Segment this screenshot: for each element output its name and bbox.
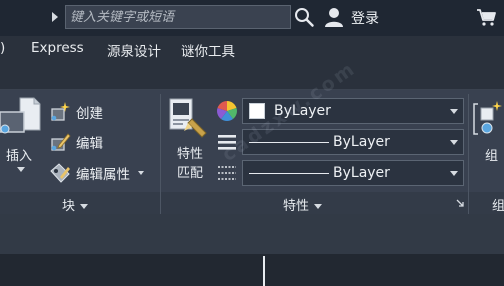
edit-attributes-dropdown-icon[interactable]	[138, 171, 144, 175]
create-block-icon	[51, 102, 70, 121]
edit-block-button[interactable]: 编辑	[49, 131, 103, 153]
match-label-line1: 特性	[176, 147, 203, 162]
user-icon[interactable]	[323, 6, 345, 28]
drawing-canvas[interactable]	[0, 254, 504, 286]
group-icon[interactable]	[472, 100, 504, 140]
lineweight-icon	[218, 166, 236, 180]
create-block-button[interactable]: 创建	[49, 101, 103, 123]
menu-bar: ) Express 源泉设计 谜你工具	[0, 36, 504, 62]
insert-label[interactable]: 插入	[6, 145, 32, 164]
chevron-right-icon[interactable]	[52, 12, 58, 22]
lineweight-preview	[249, 172, 329, 174]
title-bar: 登录	[0, 0, 504, 36]
panel-divider	[468, 94, 469, 214]
color-dropdown-arrow-icon[interactable]	[450, 109, 458, 114]
crosshair-cursor	[263, 256, 265, 286]
block-panel-expand-icon[interactable]	[80, 204, 89, 209]
panel-launcher-icon[interactable]	[456, 199, 464, 207]
lineweight-dropdown-arrow-icon[interactable]	[450, 171, 458, 176]
group-panel-title[interactable]: 组	[492, 195, 504, 214]
properties-panel-title-text: 特性	[283, 199, 310, 214]
toolbar-strip	[0, 214, 504, 254]
properties-panel-expand-icon[interactable]	[314, 204, 323, 209]
cart-icon[interactable]	[476, 7, 498, 27]
edit-block-icon	[51, 133, 71, 151]
lineweight-dropdown[interactable]: ByLayer	[242, 160, 464, 186]
create-block-label: 创建	[76, 106, 103, 122]
match-label-line2: 匹配	[176, 166, 203, 181]
group-label[interactable]: 组	[485, 145, 498, 164]
properties-panel-title[interactable]: 特性	[283, 195, 323, 214]
block-panel-title-text: 块	[62, 199, 76, 214]
lineweight-value: ByLayer	[333, 165, 390, 181]
edit-block-label: 编辑	[76, 136, 103, 152]
match-properties-icon[interactable]	[168, 97, 214, 141]
insert-block-icon[interactable]	[0, 96, 44, 140]
menu-item-yuanquan-design[interactable]: 源泉设计	[107, 40, 161, 60]
panel-divider	[160, 94, 161, 214]
menu-item-truncated[interactable]: )	[0, 40, 5, 56]
search-icon[interactable]	[293, 6, 315, 28]
menu-item-mini-tools[interactable]: 谜你工具	[181, 40, 235, 60]
edit-attributes-icon	[50, 163, 70, 183]
ribbon-tab-strip	[0, 62, 504, 90]
block-panel-title[interactable]: 块	[62, 195, 89, 214]
login-link[interactable]: 登录	[351, 8, 379, 28]
search-input[interactable]	[66, 6, 290, 29]
menu-item-express[interactable]: Express	[31, 40, 84, 56]
insert-dropdown-arrow-icon[interactable]	[17, 167, 25, 173]
linetype-value: ByLayer	[333, 134, 390, 150]
match-properties-label[interactable]: 特性 匹配	[174, 145, 206, 183]
edit-attributes-button[interactable]: 编辑属性	[49, 162, 144, 184]
linetype-dropdown-arrow-icon[interactable]	[450, 140, 458, 145]
edit-attributes-label: 编辑属性	[76, 167, 130, 183]
search-box[interactable]	[65, 5, 291, 29]
color-wheel-icon	[217, 101, 237, 121]
